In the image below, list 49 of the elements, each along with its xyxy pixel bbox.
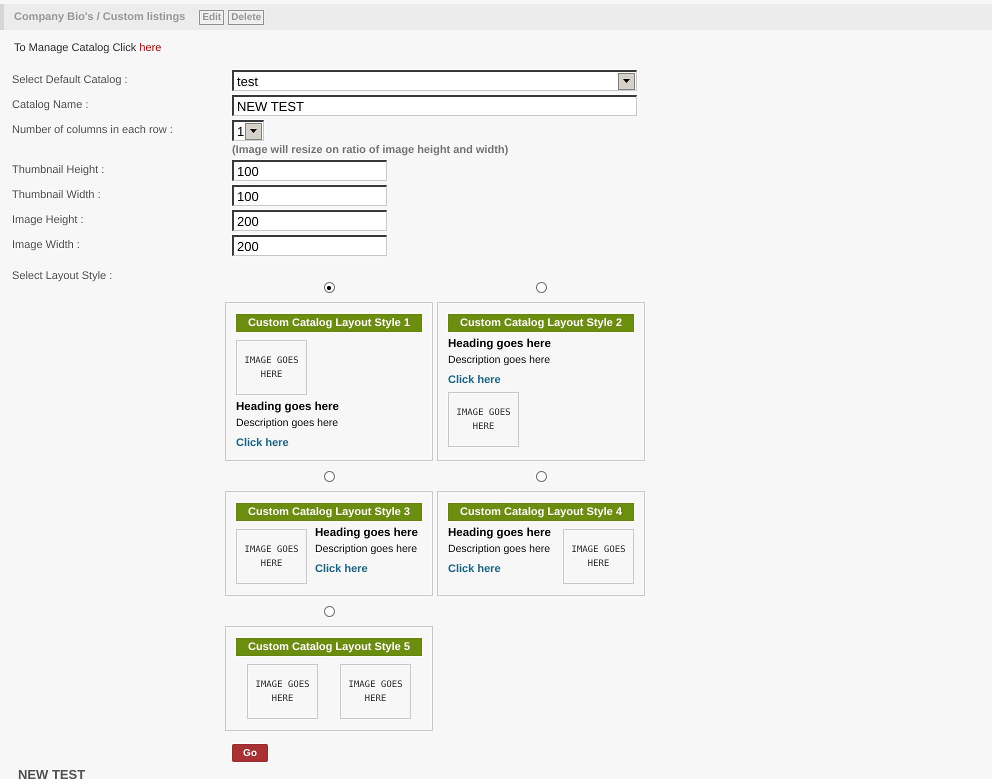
- field-label: Image Height :: [12, 213, 85, 226]
- select-field[interactable]: test: [232, 70, 637, 91]
- field-label: Thumbnail Width :: [12, 188, 102, 201]
- layout-radio[interactable]: [324, 282, 334, 293]
- sample-link[interactable]: Click here: [315, 563, 418, 575]
- sample-link[interactable]: Click here: [236, 437, 422, 449]
- manage-catalog-text: To Manage Catalog Click here: [14, 42, 162, 54]
- layout-radio[interactable]: [536, 282, 546, 293]
- layout-title-bar: Custom Catalog Layout Style 5: [236, 638, 422, 656]
- sample-description: Description goes here: [315, 543, 418, 555]
- layout-title-bar: Custom Catalog Layout Style 3: [236, 503, 422, 521]
- input-field[interactable]: 200: [232, 210, 387, 231]
- field-label: Thumbnail Height :: [12, 163, 106, 176]
- sample-heading: Heading goes here: [448, 338, 552, 350]
- sample-heading: Heading goes here: [315, 527, 418, 539]
- sample-link[interactable]: Click here: [448, 563, 551, 575]
- catalog-title: NEW TEST: [18, 768, 86, 779]
- layout-radio[interactable]: [324, 606, 334, 617]
- sample-description: Description goes here: [448, 543, 551, 555]
- input-field[interactable]: 100: [232, 160, 387, 181]
- layout-radio[interactable]: [324, 471, 334, 482]
- image-placeholder-text: IMAGE GOES HERE: [243, 544, 300, 570]
- image-placeholder-text: IMAGE GOES HERE: [254, 678, 311, 706]
- image-placeholder-text: IMAGE GOES HERE: [570, 544, 627, 570]
- image-placeholder-text: IMAGE GOES HERE: [455, 406, 512, 434]
- image-placeholder-text: IMAGE GOES HERE: [347, 678, 404, 706]
- go-button[interactable]: Go: [232, 744, 268, 762]
- input-field[interactable]: NEW TEST: [232, 95, 637, 116]
- sample-description: Description goes here: [448, 354, 552, 366]
- input-field[interactable]: 100: [232, 185, 387, 206]
- field-label: Image Width :: [12, 238, 81, 251]
- field-label: Catalog Name :: [12, 98, 90, 111]
- input-field[interactable]: 200: [232, 235, 387, 256]
- sample-heading: Heading goes here: [448, 527, 551, 539]
- section-title: Company Bio's / Custom listings: [14, 11, 186, 23]
- sample-description: Description goes here: [236, 417, 340, 429]
- sample-link[interactable]: Click here: [448, 374, 634, 386]
- layout-title-bar: Custom Catalog Layout Style 4: [448, 503, 634, 521]
- field-label: Select Layout Style :: [12, 270, 114, 282]
- layout-title-bar: Custom Catalog Layout Style 1: [236, 314, 422, 332]
- sample-heading: Heading goes here: [236, 401, 340, 413]
- layout-title-bar: Custom Catalog Layout Style 2: [448, 314, 634, 332]
- field-label: Number of columns in each row :: [12, 123, 174, 136]
- image-placeholder-text: IMAGE GOES HERE: [243, 354, 300, 382]
- select-field[interactable]: 1: [232, 120, 264, 141]
- resize-note: (Image will resize on ratio of image height and width): [232, 144, 508, 156]
- manage-link[interactable]: here: [139, 42, 162, 54]
- layout-radio[interactable]: [536, 471, 546, 482]
- field-label: Select Default Catalog :: [12, 73, 129, 86]
